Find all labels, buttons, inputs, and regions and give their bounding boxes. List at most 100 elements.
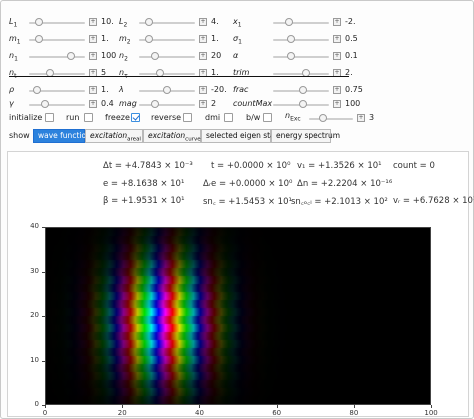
ntau-slider-track[interactable]: [139, 73, 195, 75]
gamma-slider-thumb[interactable]: [41, 100, 49, 108]
lambda-expand-icon[interactable]: +: [199, 86, 207, 94]
gamma-label: γ: [9, 99, 14, 108]
sigma1-expand-icon[interactable]: +: [333, 35, 341, 43]
nexc-slider-thumb[interactable]: [319, 114, 327, 122]
m2-expand-icon[interactable]: +: [199, 35, 207, 43]
L2-slider-thumb[interactable]: [144, 18, 153, 26]
nexc-label: nExc: [285, 111, 301, 123]
lambda-value: -20.: [211, 85, 227, 94]
rho-expand-icon[interactable]: +: [89, 86, 97, 94]
countMax-value: 100: [345, 99, 361, 108]
m1-slider-thumb[interactable]: [34, 35, 43, 43]
x-tick-label: 60: [272, 409, 282, 417]
nt-label: nt: [9, 68, 16, 80]
gamma-slider-track[interactable]: [29, 104, 85, 106]
n1-label: n1: [9, 51, 18, 63]
frac-slider-thumb[interactable]: [299, 86, 308, 94]
frac-value: 0.75: [345, 85, 363, 94]
initialize-checkbox[interactable]: [45, 113, 54, 122]
freeze-checkbox[interactable]: [131, 113, 140, 122]
ntau-label: nτ: [119, 68, 128, 80]
stat-t: t = +0.0000 × 10⁰: [211, 161, 291, 171]
countMax-label: countMax: [233, 99, 273, 108]
m1-value: 1.: [101, 34, 109, 43]
n1-expand-icon[interactable]: +: [89, 52, 97, 60]
reverse-checkbox[interactable]: [183, 113, 192, 122]
manipulate-panel: L1 +10. L2 +4. x1 + -2. m1 +1. m2 +1. σ1 +0.5 n1 +100 n…: [0, 0, 474, 419]
alpha-slider-track[interactable]: [273, 56, 329, 58]
y-tick-mark: [42, 405, 45, 406]
stat-dt: Δt = +4.7843 × 10⁻³: [103, 161, 193, 171]
rho-value: 1.: [101, 85, 109, 94]
bw-checkbox[interactable]: [263, 113, 272, 122]
tab-wave-function[interactable]: wave function: [33, 129, 91, 143]
sigma1-slider-thumb[interactable]: [287, 35, 296, 43]
n1-slider-thumb[interactable]: [67, 52, 76, 60]
y-tick-mark: [42, 271, 45, 273]
mag-slider-thumb[interactable]: [151, 100, 159, 108]
x-tick-label: 40: [195, 409, 204, 417]
mag-label: mag: [119, 99, 137, 108]
L1-expand-icon[interactable]: +: [89, 18, 97, 26]
y-tick-label: 20: [30, 311, 39, 319]
rho-slider-thumb[interactable]: [32, 86, 41, 94]
m2-slider-thumb[interactable]: [144, 35, 153, 43]
tab-excitation-areal[interactable]: excitationareal: [85, 129, 143, 143]
m2-value: 1.: [211, 34, 219, 43]
alpha-expand-icon[interactable]: +: [333, 52, 341, 60]
x-tick-mark: [199, 405, 201, 408]
m2-label: m2: [119, 34, 131, 46]
n2-value: 20: [211, 51, 222, 60]
x-tick-mark: [431, 405, 432, 408]
m1-label: m1: [9, 34, 21, 46]
x1-expand-icon[interactable]: +: [333, 18, 341, 26]
n2-expand-icon[interactable]: +: [199, 52, 207, 60]
mag-slider-track[interactable]: [139, 104, 195, 106]
lambda-slider-thumb[interactable]: [163, 86, 171, 94]
frac-expand-icon[interactable]: +: [333, 86, 341, 94]
alpha-slider-thumb[interactable]: [287, 52, 296, 60]
n1-slider-track[interactable]: [29, 56, 85, 58]
L2-value: 4.: [211, 17, 219, 26]
gamma-expand-icon[interactable]: +: [89, 100, 97, 108]
dmi-checkbox[interactable]: [224, 113, 233, 122]
x-tick-mark: [276, 405, 278, 408]
lambda-label: λ: [119, 85, 124, 94]
mag-expand-icon[interactable]: +: [199, 100, 207, 108]
L1-slider-thumb[interactable]: [34, 18, 43, 26]
countMax-slider-thumb[interactable]: [299, 100, 308, 108]
m1-expand-icon[interactable]: +: [89, 35, 97, 43]
show-label: show: [9, 131, 30, 140]
initialize-label: initialize: [9, 113, 43, 122]
y-tick-label: 30: [30, 266, 39, 275]
nt-slider-track[interactable]: [29, 73, 85, 75]
tab-selected-eigen-state[interactable]: selected eigen state: [201, 129, 282, 143]
sigma1-slider-track[interactable]: [273, 39, 329, 41]
L2-label: L2: [119, 17, 128, 29]
trim-slider-track[interactable]: [273, 73, 329, 75]
tab-excitation-curve[interactable]: excitationcurve: [143, 129, 201, 143]
x1-slider-thumb[interactable]: [285, 18, 293, 26]
x1-slider-track[interactable]: [273, 22, 329, 24]
x-tick-label: 0: [42, 409, 48, 417]
sigma1-value: 0.5: [345, 34, 358, 43]
dmi-label: dmi: [205, 113, 221, 122]
n2-slider-track[interactable]: [139, 56, 195, 58]
n2-slider-thumb[interactable]: [151, 52, 159, 60]
stat-dre: Δᵣe = +0.0000 × 10⁰: [203, 179, 293, 189]
nexc-expand-icon[interactable]: +: [357, 114, 365, 122]
mag-value: 2: [211, 99, 217, 108]
countMax-expand-icon[interactable]: +: [333, 100, 341, 108]
nexc-slider-track[interactable]: [309, 118, 353, 120]
L2-expand-icon[interactable]: +: [199, 18, 207, 26]
wave-function-density: [46, 228, 430, 404]
x1-label: x1: [233, 17, 242, 29]
alpha-label: α: [233, 51, 239, 60]
y-tick-mark: [42, 360, 45, 362]
run-checkbox[interactable]: [84, 113, 93, 122]
wave-function-plot: [45, 227, 431, 405]
stat-dn: Δn = +2.2204 × 10⁻¹⁶: [297, 179, 393, 189]
tab-energy-spectrum[interactable]: energy spectrum: [271, 129, 340, 143]
stat-count: count = 0: [393, 161, 435, 171]
L1-value: 10.: [101, 17, 114, 26]
